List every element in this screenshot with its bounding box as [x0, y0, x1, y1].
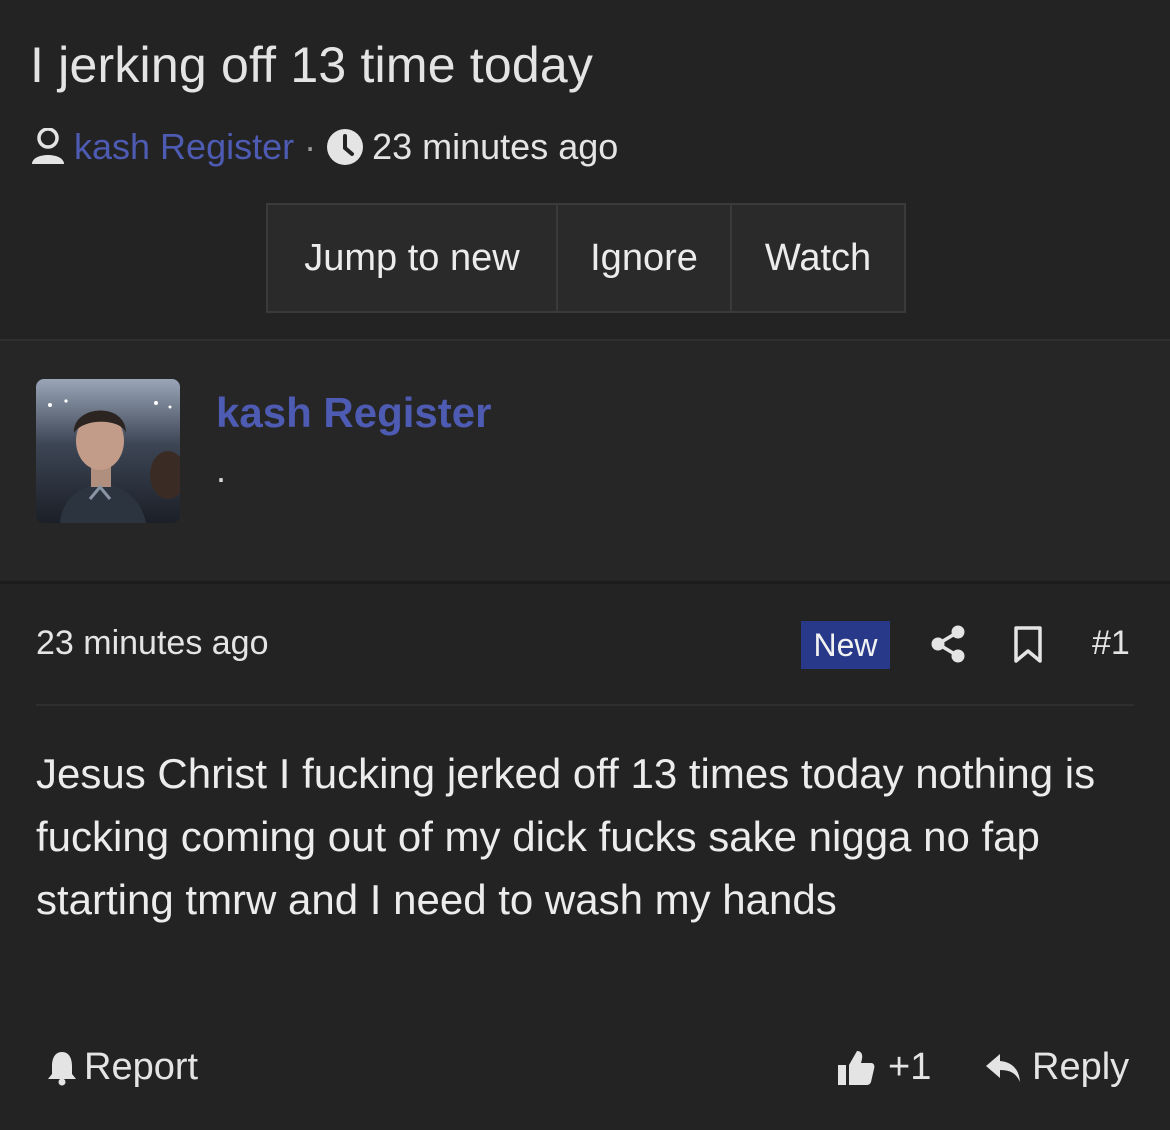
user-icon [30, 128, 66, 166]
reply-label: Reply [1032, 1046, 1130, 1088]
bell-icon [46, 1050, 78, 1086]
meta-separator: · [304, 126, 317, 167]
post-body: Jesus Christ I fucking jerked off 13 tim… [36, 750, 1096, 923]
report-button[interactable]: Report [46, 1046, 198, 1089]
thumbs-up-icon [836, 1049, 876, 1087]
post-date[interactable]: 23 minutes ago [36, 624, 269, 663]
reply-button[interactable]: Reply [984, 1046, 1129, 1089]
reply-icon [984, 1051, 1022, 1085]
new-badge: New [801, 621, 890, 669]
jump-to-new-button[interactable]: Jump to new [268, 205, 558, 311]
thread-meta: kash Register · 23 minutes ago [30, 124, 618, 170]
thread-header: I jerking off 13 time today kash Registe… [0, 0, 1170, 340]
post-user-block: kash Register . [0, 341, 1170, 582]
bookmark-icon[interactable] [1013, 626, 1043, 664]
share-icon[interactable] [930, 624, 966, 664]
thread-author-link[interactable]: kash Register [74, 126, 294, 168]
thread-time[interactable]: 23 minutes ago [372, 126, 618, 168]
report-label: Report [84, 1046, 199, 1088]
post-divider [36, 704, 1134, 706]
post-number-link[interactable]: #1 [1092, 624, 1130, 663]
ignore-button[interactable]: Ignore [558, 205, 732, 311]
watch-button[interactable]: Watch [732, 205, 904, 311]
post-username-link[interactable]: kash Register [216, 389, 491, 437]
clock-icon [326, 128, 364, 166]
like-count: +1 [888, 1046, 932, 1088]
user-title: . [216, 449, 227, 490]
avatar[interactable] [36, 379, 180, 523]
thread-actions: Jump to new Ignore Watch [266, 203, 906, 313]
thread-title: I jerking off 13 time today [30, 37, 594, 93]
like-button[interactable]: +1 [836, 1046, 931, 1089]
post: 23 minutes ago New #1 Jesus Christ I fuc… [0, 584, 1170, 1130]
